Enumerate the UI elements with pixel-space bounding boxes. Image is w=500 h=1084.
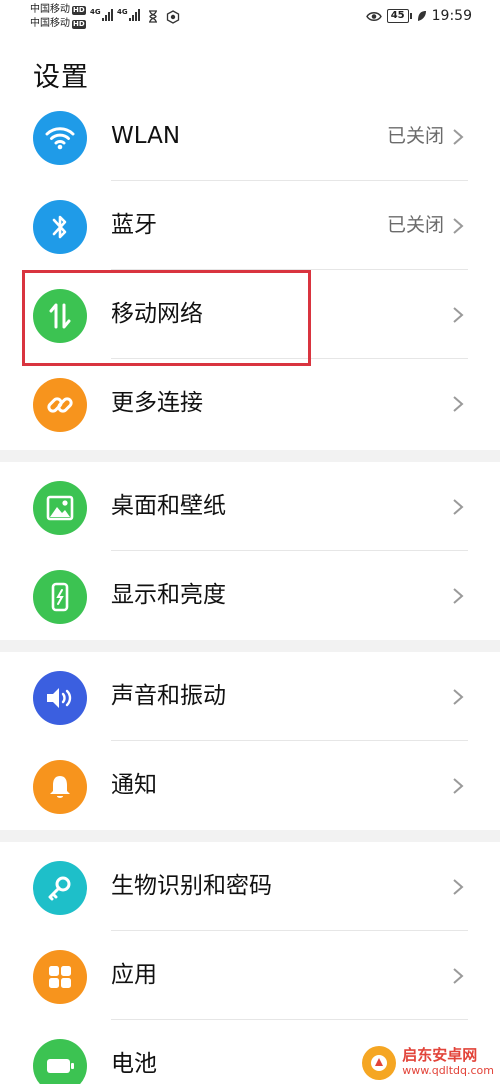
chevron-right-icon [453,218,464,234]
settings-item-label: 电池 [111,1051,157,1077]
settings-item-home-wallpaper[interactable]: 桌面和壁纸 [0,462,500,551]
settings-item-label: 蓝牙 [111,212,157,238]
settings-item-notifications[interactable]: 通知 [0,741,500,830]
app-notification-icon [166,10,180,24]
signal-icon-2: 4G [117,9,140,21]
chevron-right-icon [453,499,464,515]
watermark-logo-icon [362,1046,397,1080]
bell-icon [33,760,87,814]
apps-grid-icon [33,950,87,1004]
battery-icon [33,1039,87,1084]
highlight-annotation-box [22,270,311,366]
chevron-right-icon [453,588,464,604]
settings-item-label: 生物识别和密码 [111,873,272,899]
speaker-icon [33,671,87,725]
watermark-name: 启东安卓网 [402,1046,478,1064]
page-title: 设置 [33,62,89,93]
section-gap [0,640,500,652]
settings-item-apps[interactable]: 应用 [0,931,500,1020]
chevron-right-icon [453,129,464,145]
chevron-right-icon [453,689,464,705]
bluetooth-icon [33,200,87,254]
watermark-text: 启东安卓网 www.qdltdq.com [402,1047,494,1079]
link-icon [33,378,87,432]
settings-group-display: 桌面和壁纸 显示和亮度 [0,462,500,640]
settings-item-biometrics-password[interactable]: 生物识别和密码 [0,842,500,931]
hd-badge-2: HD [72,19,86,29]
leaf-icon [417,11,426,21]
settings-item-label: 应用 [111,962,157,988]
phone-brightness-icon [33,570,87,624]
carrier-name-2: 中国移动 [30,18,70,29]
section-gap [0,450,500,462]
chevron-right-icon [453,879,464,895]
key-icon [33,861,87,915]
wifi-icon [33,111,87,165]
status-right: 45 19:59 [365,8,472,24]
settings-item-label: 声音和振动 [111,683,226,709]
settings-item-more-connections[interactable]: 更多连接 [0,359,500,448]
carrier-name-1: 中国移动 [30,4,70,15]
chevron-right-icon [453,396,464,412]
settings-item-status: 已关闭 [386,125,444,147]
settings-screen: 中国移动 HD 中国移动 HD 4G 4G 45 19:59 设置 WLAN 已… [0,0,500,1084]
carrier-info: 中国移动 HD 中国移动 HD [30,3,86,31]
settings-item-label: 更多连接 [111,390,203,416]
settings-item-display-brightness[interactable]: 显示和亮度 [0,551,500,640]
battery-indicator: 45 [386,9,412,23]
settings-item-bluetooth[interactable]: 蓝牙 已关闭 [0,181,500,270]
watermark-url: www.qdltdq.com [402,1064,494,1077]
status-bar: 中国移动 HD 中国移动 HD 4G 4G 45 19:59 [0,0,500,40]
hd-badge-1: HD [72,5,86,15]
section-gap [0,830,500,842]
settings-item-label: 显示和亮度 [111,582,226,608]
image-icon [33,481,87,535]
settings-item-label: WLAN [111,123,181,149]
watermark: 启东安卓网 www.qdltdq.com [362,1046,494,1080]
settings-item-sound-vibration[interactable]: 声音和振动 [0,652,500,741]
settings-item-status: 已关闭 [386,214,444,236]
settings-group-sound: 声音和振动 通知 [0,652,500,830]
settings-item-label: 桌面和壁纸 [111,493,226,519]
settings-item-wlan[interactable]: WLAN 已关闭 [0,92,500,181]
chevron-right-icon [453,307,464,323]
signal-icon-1: 4G [90,9,113,21]
chevron-right-icon [453,778,464,794]
chevron-right-icon [453,968,464,984]
eye-comfort-icon [365,11,382,21]
hourglass-icon [149,10,157,23]
settings-item-label: 通知 [111,772,157,798]
clock-time: 19:59 [431,8,472,24]
